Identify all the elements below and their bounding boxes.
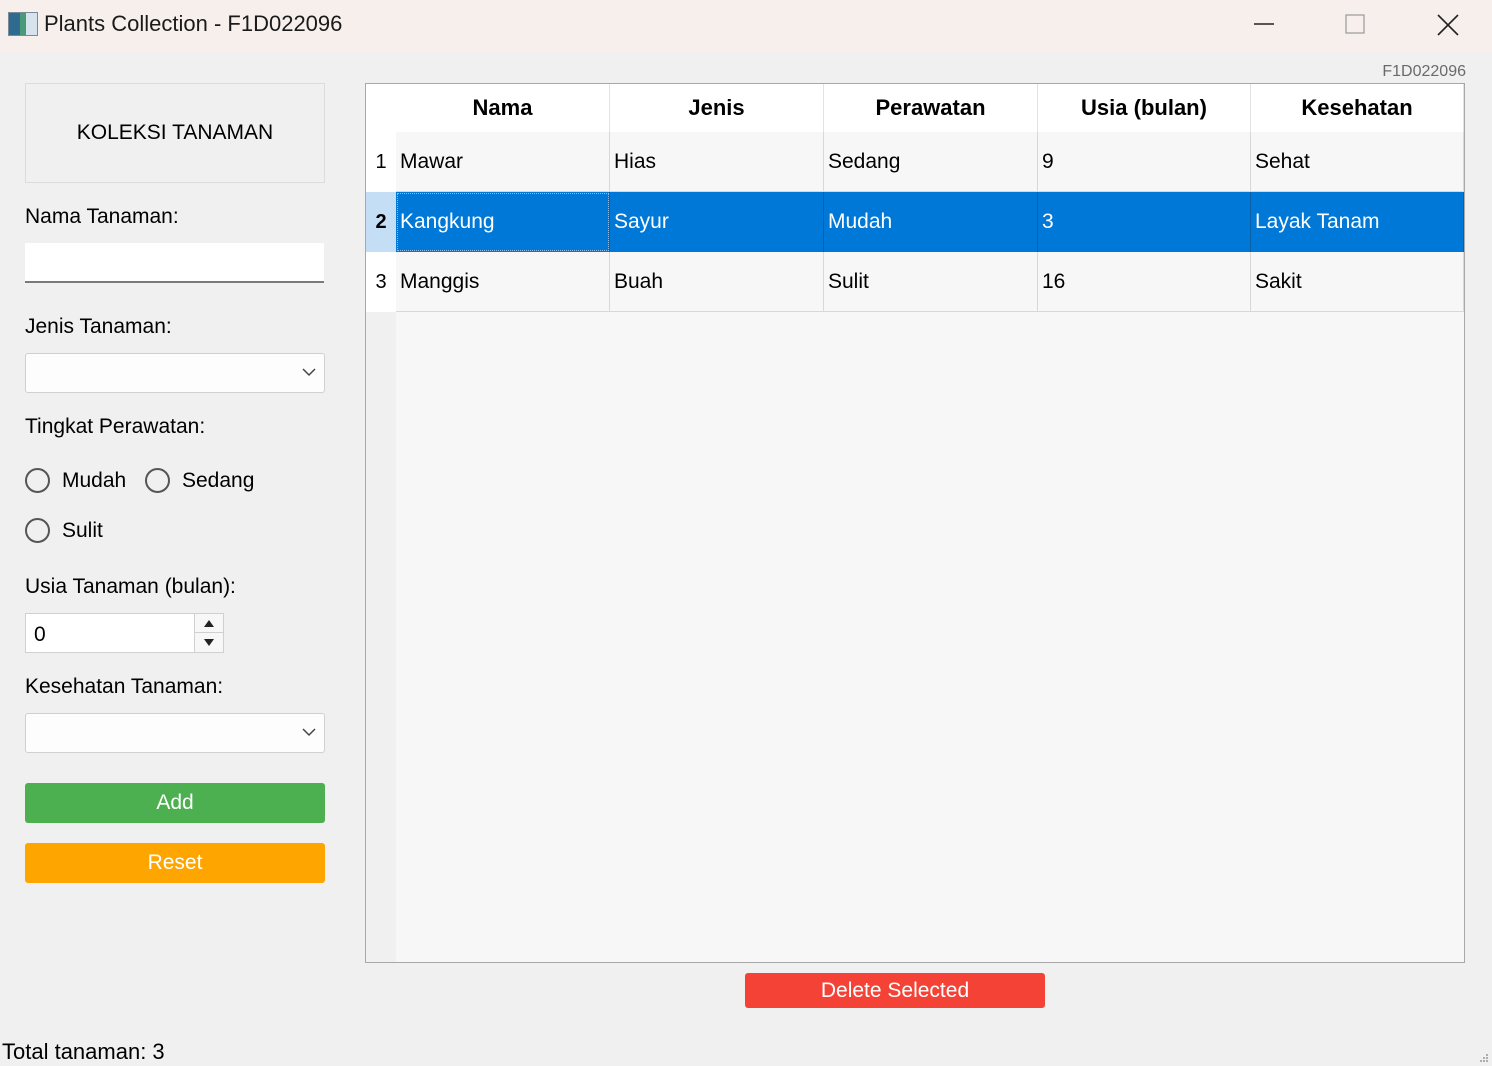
title-bar: Plants Collection - F1D022096 (0, 0, 1492, 52)
radio-circle[interactable] (145, 468, 170, 493)
radio-mudah[interactable]: Mudah (25, 468, 126, 493)
usia-label: Usia Tanaman (bulan): (25, 575, 236, 598)
app-icon (8, 12, 38, 36)
spin-buttons (194, 614, 223, 652)
usia-value[interactable]: 0 (34, 623, 46, 647)
table-cell[interactable]: Manggis (396, 252, 610, 312)
spin-up-button[interactable] (195, 614, 223, 633)
table-cell[interactable]: Sulit (824, 252, 1038, 312)
arrow-down-icon (204, 639, 214, 646)
column-header-jenis[interactable]: Jenis (610, 84, 824, 132)
arrow-up-icon (204, 620, 214, 627)
radio-circle[interactable] (25, 518, 50, 543)
table-cell[interactable]: Sehat (1251, 132, 1464, 192)
maximize-icon (1345, 14, 1365, 34)
perawatan-label: Tingkat Perawatan: (25, 415, 206, 438)
close-button[interactable] (1402, 0, 1492, 52)
table-cell-selected[interactable]: Kangkung (396, 192, 610, 252)
status-total: Total tanaman: 3 (2, 1039, 165, 1064)
nama-input[interactable] (25, 243, 324, 283)
reset-button[interactable]: Reset (25, 843, 325, 883)
row-number[interactable]: 3 (366, 252, 396, 312)
radio-circle[interactable] (25, 468, 50, 493)
kesehatan-combobox[interactable] (25, 713, 325, 753)
chevron-down-icon (302, 728, 316, 737)
table-cell[interactable]: Hias (610, 132, 824, 192)
column-header-kesehatan[interactable]: Kesehatan (1251, 84, 1464, 132)
table-cell[interactable]: 16 (1038, 252, 1251, 312)
table-cell[interactable]: 9 (1038, 132, 1251, 192)
table-corner-button[interactable] (366, 84, 396, 132)
usia-spinbox[interactable]: 0 (25, 613, 224, 653)
delete-selected-button[interactable]: Delete Selected (745, 973, 1045, 1008)
row-number[interactable]: 1 (366, 132, 396, 192)
column-header-usia[interactable]: Usia (bulan) (1038, 84, 1251, 132)
table-cell-selected[interactable]: Layak Tanam (1251, 192, 1464, 252)
add-button[interactable]: Add (25, 783, 325, 823)
close-icon (1437, 14, 1459, 36)
table-cell-selected[interactable]: Mudah (824, 192, 1038, 252)
table-cell[interactable]: Sedang (824, 132, 1038, 192)
spin-down-button[interactable] (195, 633, 223, 652)
maximize-button[interactable] (1310, 0, 1400, 52)
table-cell[interactable]: Mawar (396, 132, 610, 192)
row-number[interactable]: 2 (366, 192, 396, 252)
minimize-button[interactable] (1219, 0, 1309, 52)
radio-sedang[interactable]: Sedang (145, 468, 254, 493)
student-id-label: F1D022096 (1382, 63, 1466, 80)
radio-sulit[interactable]: Sulit (25, 518, 103, 543)
radio-mudah-label: Mudah (62, 468, 127, 492)
table-cell[interactable]: Sakit (1251, 252, 1464, 312)
kesehatan-label: Kesehatan Tanaman: (25, 675, 224, 698)
table-cell-selected[interactable]: Sayur (610, 192, 824, 252)
form-header: KOLEKSI TANAMAN (25, 83, 325, 183)
minimize-icon (1254, 23, 1274, 25)
jenis-label: Jenis Tanaman: (25, 315, 172, 338)
window-title: Plants Collection - F1D022096 (44, 11, 343, 36)
jenis-combobox[interactable] (25, 353, 325, 393)
table-cell[interactable]: Buah (610, 252, 824, 312)
nama-label: Nama Tanaman: (25, 205, 179, 228)
chevron-down-icon (302, 368, 316, 377)
table-cell-selected[interactable]: 3 (1038, 192, 1251, 252)
resize-grip-icon[interactable] (1479, 1053, 1489, 1063)
radio-sedang-label: Sedang (182, 468, 255, 492)
radio-sulit-label: Sulit (62, 518, 103, 542)
column-header-perawatan[interactable]: Perawatan (824, 84, 1038, 132)
column-header-nama[interactable]: Nama (396, 84, 610, 132)
plants-table[interactable]: Nama Jenis Perawatan Usia (bulan) Keseha… (365, 83, 1465, 963)
